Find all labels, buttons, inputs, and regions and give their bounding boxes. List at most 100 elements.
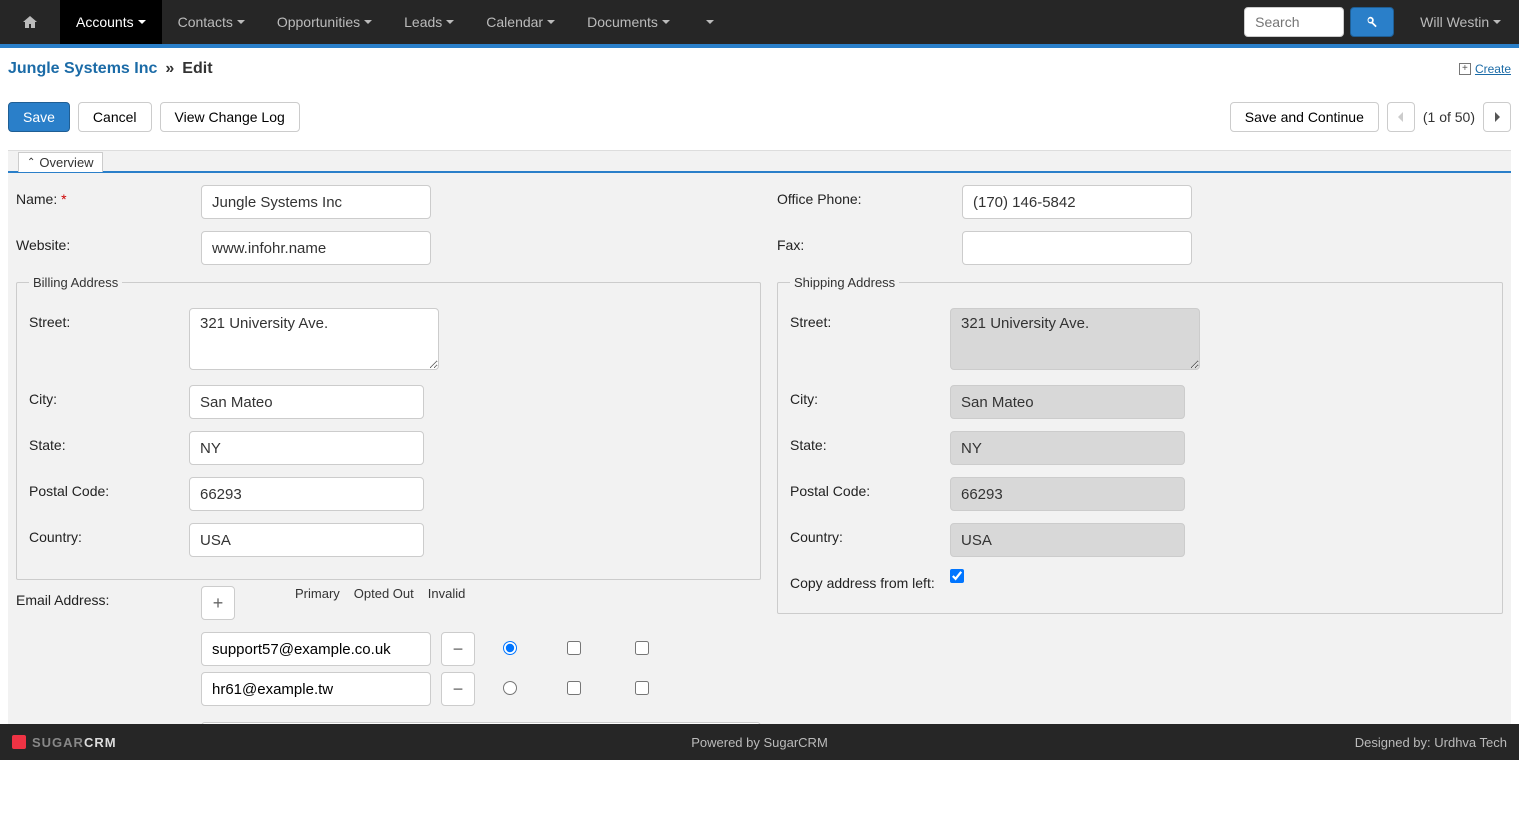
create-link[interactable]: Create (1475, 62, 1511, 76)
breadcrumb-current: Edit (182, 60, 212, 78)
caret-down-icon (547, 18, 555, 26)
nav-contacts[interactable]: Contacts (162, 0, 261, 44)
search-button[interactable] (1350, 7, 1394, 37)
email-primary-radio-1[interactable] (503, 681, 517, 695)
pager: (1 of 50) (1387, 102, 1511, 132)
billing-country-label: Country: (29, 523, 189, 545)
website-input[interactable] (201, 231, 431, 265)
view-change-log-button[interactable]: View Change Log (160, 102, 300, 132)
caret-down-icon (364, 18, 372, 26)
office-phone-input[interactable] (962, 185, 1192, 219)
copy-address-label: Copy address from left: (790, 569, 950, 591)
billing-postal-input[interactable] (189, 477, 424, 511)
copy-address-checkbox[interactable] (950, 569, 964, 583)
nav-calendar[interactable]: Calendar (470, 0, 571, 44)
email-row: − (201, 632, 761, 666)
footer-logo: SUGARCRM (12, 735, 117, 750)
website-label: Website: (16, 231, 201, 253)
save-and-continue-button[interactable]: Save and Continue (1230, 102, 1379, 132)
billing-street-label: Street: (29, 308, 189, 330)
billing-city-input[interactable] (189, 385, 424, 419)
action-bar: Save Cancel View Change Log Save and Con… (8, 88, 1511, 150)
fax-input[interactable] (962, 231, 1192, 265)
email-optedout-checkbox-1[interactable] (567, 681, 581, 695)
billing-state-label: State: (29, 431, 189, 453)
breadcrumb-account-link[interactable]: Jungle Systems Inc (8, 60, 157, 78)
email-input-1[interactable] (201, 672, 431, 706)
overview-section-tab[interactable]: ⌃Overview (18, 152, 103, 172)
caret-down-icon (446, 18, 454, 26)
home-icon (22, 14, 38, 30)
caret-down-icon (1493, 18, 1501, 26)
email-primary-header: Primary (295, 586, 340, 601)
pager-next-button[interactable] (1483, 102, 1511, 132)
nav-leads[interactable]: Leads (388, 0, 470, 44)
email-invalid-checkbox-0[interactable] (635, 641, 649, 655)
create-plus-icon[interactable]: + (1459, 63, 1471, 75)
billing-address-legend: Billing Address (29, 275, 122, 290)
billing-street-input[interactable] (189, 308, 439, 370)
top-navbar: Accounts Contacts Opportunities Leads Ca… (0, 0, 1519, 44)
name-label: Name: * (16, 185, 201, 207)
email-input-0[interactable] (201, 632, 431, 666)
shipping-address-legend: Shipping Address (790, 275, 899, 290)
shipping-country-label: Country: (790, 523, 950, 545)
fax-label: Fax: (777, 231, 962, 253)
pager-prev-button[interactable] (1387, 102, 1415, 132)
save-button[interactable]: Save (8, 102, 70, 132)
email-row: − (201, 672, 761, 706)
nav-documents[interactable]: Documents (571, 0, 686, 44)
billing-postal-label: Postal Code: (29, 477, 189, 499)
minus-icon: − (453, 679, 464, 700)
shipping-street-label: Street: (790, 308, 950, 330)
pager-label: (1 of 50) (1423, 109, 1475, 125)
shipping-state-input[interactable] (950, 431, 1185, 465)
user-menu[interactable]: Will Westin (1402, 0, 1519, 44)
home-tab[interactable] (0, 0, 60, 44)
billing-address-fieldset: Billing Address Street: City: State: (16, 275, 761, 580)
email-invalid-checkbox-1[interactable] (635, 681, 649, 695)
plus-icon: + (213, 593, 224, 614)
email-primary-radio-0[interactable] (503, 641, 517, 655)
breadcrumb-sep: » (165, 60, 174, 78)
shipping-country-input[interactable] (950, 523, 1185, 557)
nav-opportunities[interactable]: Opportunities (261, 0, 388, 44)
nav-overflow[interactable] (686, 0, 730, 44)
email-invalid-header: Invalid (428, 586, 466, 601)
shipping-address-fieldset: Shipping Address Street: City: State: (777, 275, 1503, 614)
chevron-right-icon (1493, 112, 1501, 122)
shipping-street-input[interactable] (950, 308, 1200, 370)
caret-down-icon (662, 18, 670, 26)
shipping-postal-input[interactable] (950, 477, 1185, 511)
caret-down-icon (138, 18, 146, 26)
office-phone-label: Office Phone: (777, 185, 962, 207)
caret-down-icon (237, 18, 245, 26)
search-icon (1365, 15, 1379, 29)
shipping-postal-label: Postal Code: (790, 477, 950, 499)
billing-country-input[interactable] (189, 523, 424, 557)
shipping-city-input[interactable] (950, 385, 1185, 419)
remove-email-button-0[interactable]: − (441, 632, 475, 666)
email-optedout-header: Opted Out (354, 586, 414, 601)
minus-icon: − (453, 639, 464, 660)
chevron-up-icon: ⌃ (27, 157, 35, 168)
breadcrumb: Jungle Systems Inc » Edit + Create (8, 48, 1511, 88)
email-optedout-checkbox-0[interactable] (567, 641, 581, 655)
remove-email-button-1[interactable]: − (441, 672, 475, 706)
billing-state-input[interactable] (189, 431, 424, 465)
search-input[interactable] (1244, 7, 1344, 37)
email-label: Email Address: (16, 586, 201, 608)
cancel-button[interactable]: Cancel (78, 102, 152, 132)
footer-powered: Powered by SugarCRM (691, 735, 828, 750)
footer-designed: Designed by: Urdhva Tech (1355, 735, 1507, 750)
billing-city-label: City: (29, 385, 189, 407)
section-divider (8, 171, 1511, 173)
chevron-left-icon (1397, 112, 1405, 122)
nav-accounts[interactable]: Accounts (60, 0, 162, 44)
name-input[interactable] (201, 185, 431, 219)
footer: SUGARCRM Powered by SugarCRM Designed by… (0, 724, 1519, 760)
shipping-city-label: City: (790, 385, 950, 407)
logo-icon (12, 735, 26, 749)
add-email-button[interactable]: + (201, 586, 235, 620)
caret-down-icon (706, 18, 714, 26)
